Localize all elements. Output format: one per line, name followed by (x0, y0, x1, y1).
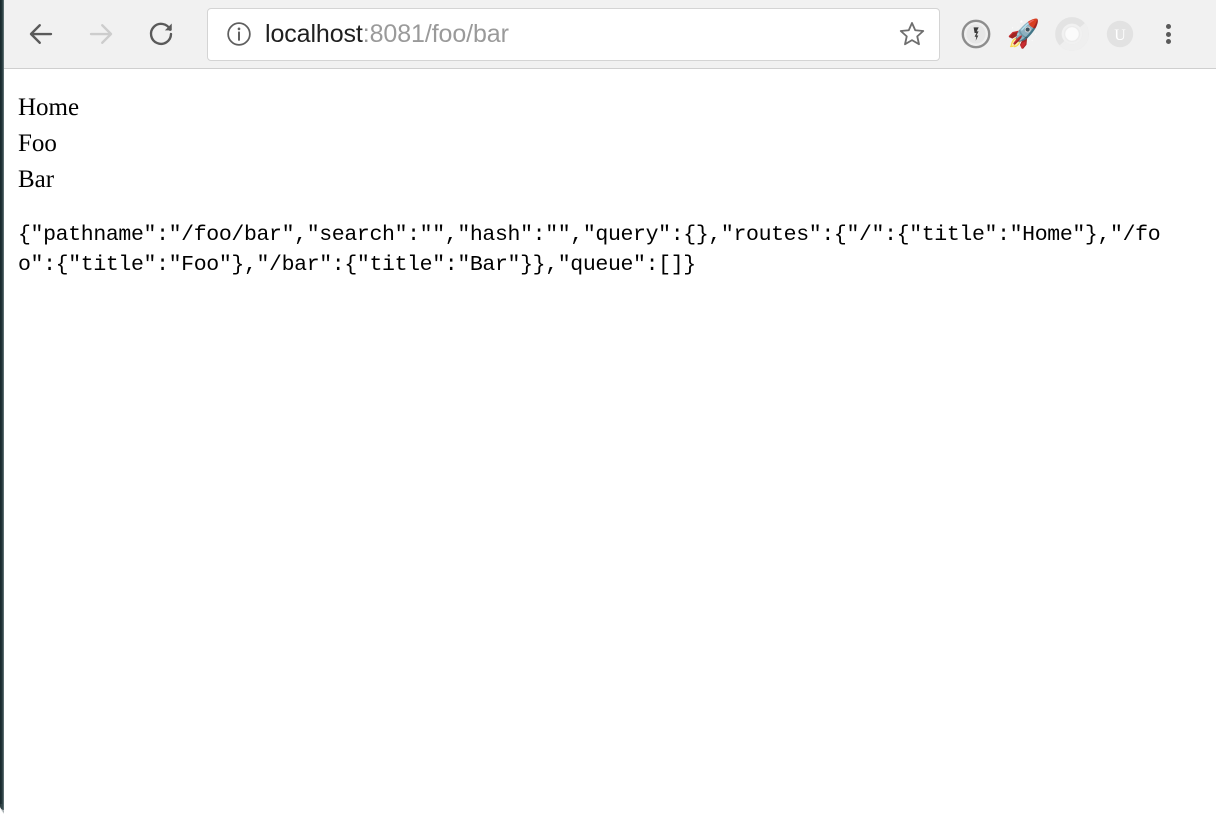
address-bar-url[interactable]: localhost:8081/foo/bar (265, 22, 890, 47)
page-content: Home Foo Bar {"pathname":"/foo/bar","sea… (4, 70, 1216, 824)
1password-icon (961, 19, 991, 49)
browser-window: localhost:8081/foo/bar 🚀 U Home Foo Bar … (0, 0, 1216, 824)
page-nav-links: Home Foo Bar (4, 70, 1216, 198)
ublock-icon-button[interactable]: U (1096, 10, 1144, 58)
ublock-icon: U (1106, 20, 1134, 48)
reload-icon (149, 22, 173, 46)
address-bar[interactable]: localhost:8081/foo/bar (207, 7, 940, 61)
ring-icon-button[interactable] (1048, 10, 1096, 58)
rocket-icon: 🚀 (1006, 17, 1042, 50)
1password-icon-button[interactable] (952, 10, 1000, 58)
extension-toolbar: 🚀 U (952, 10, 1144, 58)
arrow-right-icon (89, 24, 113, 44)
back-button[interactable] (18, 11, 64, 57)
three-dots-vertical-icon (1165, 22, 1171, 47)
star-outline-icon (899, 22, 925, 46)
browser-menu-button[interactable] (1146, 10, 1190, 58)
info-circle-icon (227, 22, 251, 46)
page-link-bar[interactable]: Bar (18, 162, 54, 198)
svg-text:U: U (1114, 27, 1126, 44)
reload-button[interactable] (138, 11, 184, 57)
router-state-json: {"pathname":"/foo/bar","search":"","hash… (18, 223, 1161, 277)
bookmark-star-button[interactable] (890, 12, 934, 56)
rocket-icon-button[interactable]: 🚀 (1000, 10, 1048, 58)
browser-toolbar: localhost:8081/foo/bar 🚀 U (4, 0, 1216, 69)
page-link-foo[interactable]: Foo (18, 126, 57, 162)
arrow-left-icon (29, 24, 53, 44)
address-bar-host: localhost (265, 21, 363, 47)
page-link-home[interactable]: Home (18, 90, 79, 126)
address-bar-path: :8081/foo/bar (362, 21, 509, 47)
ring-icon (1055, 17, 1089, 51)
site-info-button[interactable] (225, 20, 253, 48)
forward-button[interactable] (78, 11, 124, 57)
